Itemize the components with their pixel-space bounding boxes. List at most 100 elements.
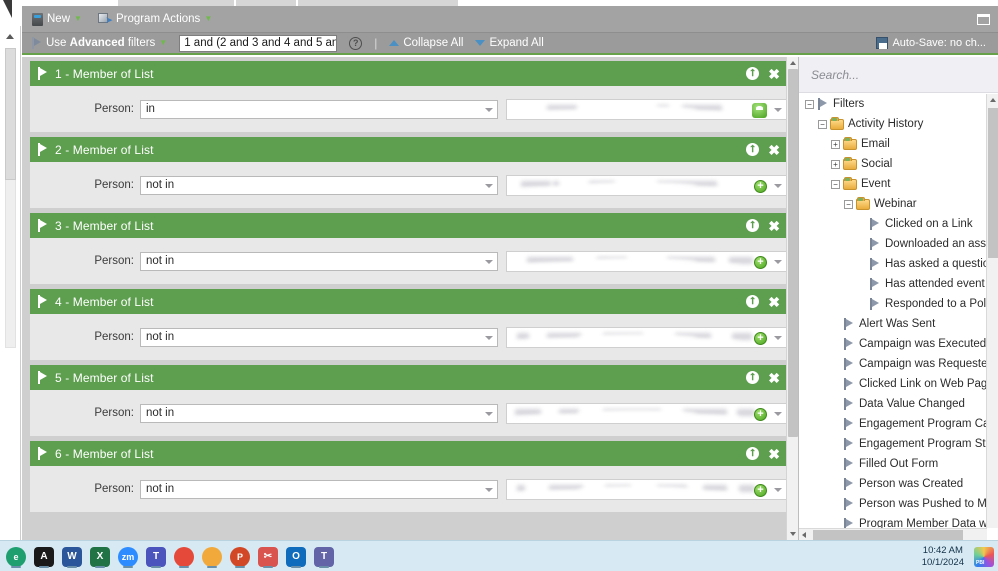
snip-tool-icon[interactable]: ✂ bbox=[254, 541, 282, 571]
value-token-field[interactable]: + bbox=[506, 250, 788, 272]
zoom-icon[interactable]: zm bbox=[114, 541, 142, 571]
scroll-up-icon[interactable] bbox=[6, 34, 14, 39]
tree-node[interactable]: − Webinar bbox=[799, 194, 987, 214]
tree-node[interactable]: Clicked on a Link bbox=[799, 214, 987, 234]
filter-expression-input[interactable]: 1 and (2 and 3 and 4 and 5 and 6) bbox=[179, 34, 338, 52]
tree-expander-minus-icon[interactable]: − bbox=[818, 119, 827, 129]
remove-filter-button[interactable]: ✖ bbox=[768, 143, 780, 157]
chevron-down-icon[interactable] bbox=[774, 487, 782, 492]
use-advanced-filters-button[interactable]: Use Advanced filters ▼ bbox=[30, 37, 167, 49]
tree-expander-plus-icon[interactable]: + bbox=[831, 159, 840, 169]
outer-vertical-scrollbar[interactable] bbox=[0, 26, 21, 544]
move-up-button[interactable]: ⭡ bbox=[746, 295, 760, 308]
tree-node[interactable]: − Activity History bbox=[799, 114, 987, 134]
add-green-icon[interactable]: + bbox=[754, 407, 767, 421]
help-icon[interactable]: ? bbox=[349, 36, 363, 50]
tree-node[interactable]: Data Value Changed bbox=[799, 394, 987, 414]
value-token-field[interactable]: + bbox=[506, 174, 788, 196]
taskbar-clock[interactable]: 10:42 AM 10/1/2024 bbox=[922, 541, 964, 571]
canvas-vertical-scrollbar[interactable] bbox=[786, 57, 798, 540]
tree-node[interactable]: Downloaded an asset bbox=[799, 234, 987, 254]
powerpoint-icon[interactable]: P bbox=[226, 541, 254, 571]
operator-select[interactable]: not in bbox=[140, 403, 498, 423]
person-green-icon[interactable] bbox=[752, 102, 767, 118]
tree-node[interactable]: Person was Created bbox=[799, 474, 987, 494]
chevron-down-icon[interactable] bbox=[774, 259, 782, 264]
expand-all-button[interactable]: Expand All bbox=[475, 37, 544, 49]
tree-node[interactable]: − Filters bbox=[799, 94, 987, 114]
scroll-up-icon[interactable] bbox=[790, 61, 796, 65]
tree-expander-plus-icon[interactable]: + bbox=[831, 139, 840, 149]
move-up-button[interactable]: ⭡ bbox=[746, 371, 760, 384]
value-token-field[interactable]: + bbox=[506, 478, 788, 500]
search-input[interactable]: Search... bbox=[799, 57, 998, 93]
value-token-field[interactable]: + bbox=[506, 326, 788, 348]
tree-expander-minus-icon[interactable]: − bbox=[805, 99, 814, 109]
tree-node[interactable]: Campaign was Requested bbox=[799, 354, 987, 374]
add-green-icon[interactable]: + bbox=[754, 179, 767, 193]
tree-node[interactable]: Campaign was Executed bbox=[799, 334, 987, 354]
add-green-icon[interactable]: + bbox=[754, 255, 767, 269]
tree-expander-minus-icon[interactable]: − bbox=[831, 179, 840, 189]
operator-select[interactable]: not in bbox=[140, 327, 498, 347]
tree-node[interactable]: Filled Out Form bbox=[799, 454, 987, 474]
outlook-icon[interactable]: O bbox=[282, 541, 310, 571]
chevron-down-icon[interactable] bbox=[774, 183, 782, 188]
excel-icon[interactable]: X bbox=[86, 541, 114, 571]
scroll-up-icon[interactable] bbox=[990, 98, 996, 102]
tree-node[interactable]: Has asked a question bbox=[799, 254, 987, 274]
add-green-icon[interactable]: + bbox=[754, 483, 767, 497]
remove-filter-button[interactable]: ✖ bbox=[768, 447, 780, 461]
value-token-field[interactable]: + bbox=[506, 402, 788, 424]
edge-icon[interactable]: e bbox=[2, 541, 30, 571]
new-menu-button[interactable]: New ▼ bbox=[32, 12, 82, 26]
tree-node[interactable]: Program Member Data was Chan bbox=[799, 514, 987, 528]
tree-node[interactable]: Person was Pushed to Marketo bbox=[799, 494, 987, 514]
tree-node[interactable]: Engagement Program Stream Ch bbox=[799, 434, 987, 454]
move-up-button[interactable]: ⭡ bbox=[746, 143, 760, 156]
scrollbar-thumb[interactable] bbox=[813, 530, 963, 540]
program-actions-menu-button[interactable]: ➤ Program Actions ▼ bbox=[97, 13, 212, 25]
scroll-down-icon[interactable] bbox=[790, 532, 796, 536]
teams-icon[interactable]: T bbox=[142, 541, 170, 571]
operator-select[interactable]: not in bbox=[140, 175, 498, 195]
move-up-button[interactable]: ⭡ bbox=[746, 219, 760, 232]
power-bi-icon[interactable] bbox=[974, 547, 994, 567]
teams-chat-icon[interactable]: T bbox=[310, 541, 338, 571]
chevron-down-icon[interactable] bbox=[774, 411, 782, 416]
tree-expander-minus-icon[interactable]: − bbox=[844, 199, 853, 209]
value-token-field[interactable] bbox=[506, 98, 788, 120]
operator-select[interactable]: in bbox=[140, 99, 498, 119]
remove-filter-button[interactable]: ✖ bbox=[768, 371, 780, 385]
chrome-icon[interactable] bbox=[170, 541, 198, 571]
collapse-all-button[interactable]: Collapse All bbox=[389, 37, 463, 49]
tree-horizontal-scrollbar[interactable] bbox=[799, 528, 987, 540]
remove-filter-button[interactable]: ✖ bbox=[768, 295, 780, 309]
move-up-button[interactable]: ⭡ bbox=[746, 447, 760, 460]
acrobat-icon[interactable]: A bbox=[30, 541, 58, 571]
weather-icon[interactable] bbox=[198, 541, 226, 571]
tree-node[interactable]: Alert Was Sent bbox=[799, 314, 987, 334]
tree-vertical-scrollbar[interactable] bbox=[986, 94, 998, 528]
tree-node[interactable]: Engagement Program Cadence C bbox=[799, 414, 987, 434]
remove-filter-button[interactable]: ✖ bbox=[768, 67, 780, 81]
tree-node[interactable]: − Event bbox=[799, 174, 987, 194]
remove-filter-button[interactable]: ✖ bbox=[768, 219, 780, 233]
tree-node[interactable]: Responded to a Poll bbox=[799, 294, 987, 314]
chevron-down-icon[interactable] bbox=[774, 107, 782, 112]
add-green-icon[interactable]: + bbox=[754, 331, 767, 345]
scrollbar-thumb[interactable] bbox=[5, 48, 16, 180]
tree-node[interactable]: Clicked Link on Web Page bbox=[799, 374, 987, 394]
restore-window-icon[interactable] bbox=[977, 13, 990, 25]
chevron-down-icon[interactable] bbox=[774, 335, 782, 340]
scrollbar-thumb[interactable] bbox=[988, 108, 998, 258]
scroll-left-icon[interactable] bbox=[802, 532, 806, 538]
operator-select[interactable]: not in bbox=[140, 479, 498, 499]
tree-node[interactable]: + Email bbox=[799, 134, 987, 154]
word-icon[interactable]: W bbox=[58, 541, 86, 571]
operator-select[interactable]: not in bbox=[140, 251, 498, 271]
scrollbar-thumb[interactable] bbox=[788, 69, 798, 437]
move-up-button[interactable]: ⭡ bbox=[746, 67, 760, 80]
tree-node[interactable]: + Social bbox=[799, 154, 987, 174]
tree-node[interactable]: Has attended event bbox=[799, 274, 987, 294]
